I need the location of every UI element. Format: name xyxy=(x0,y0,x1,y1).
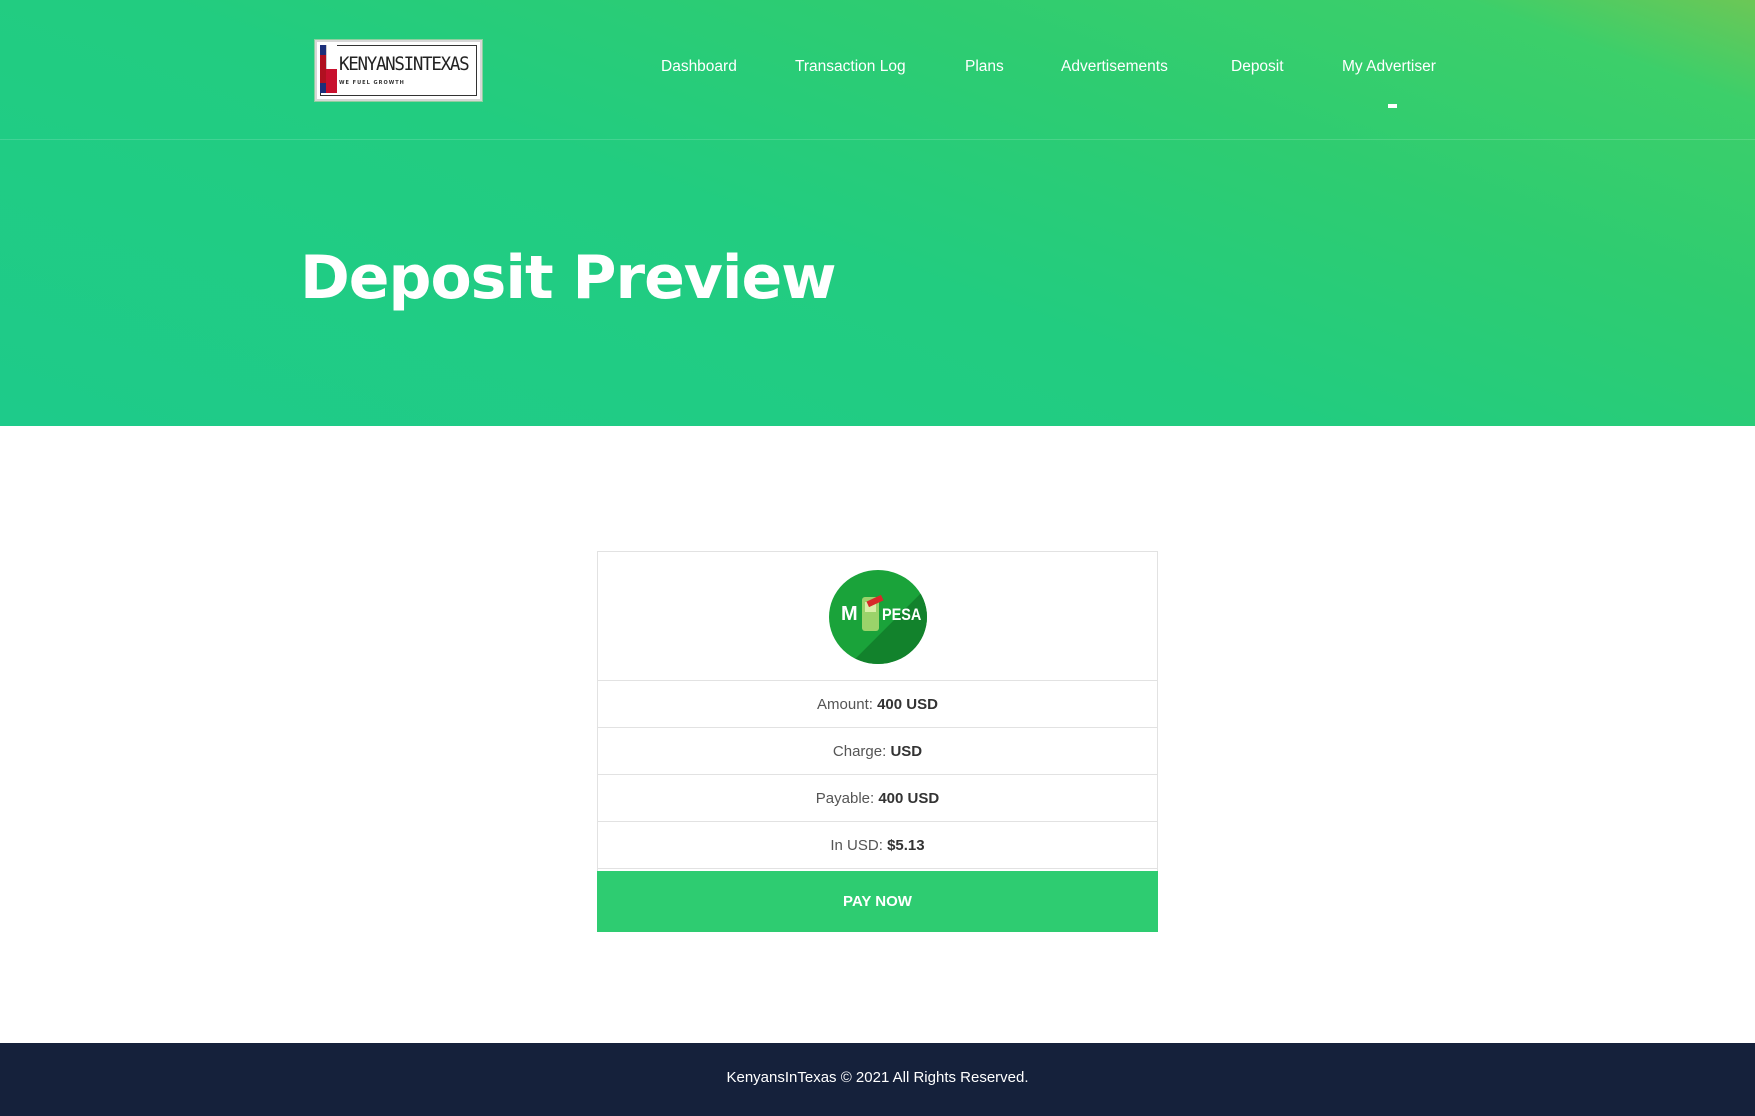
nav-transaction-log[interactable]: Transaction Log xyxy=(795,58,906,76)
amount-row: Amount: 400 USD xyxy=(598,681,1157,728)
main-nav: Dashboard Transaction Log Plans Advertis… xyxy=(0,58,1755,88)
active-nav-indicator xyxy=(1388,104,1397,108)
footer: KenyansInTexas © 2021 All Rights Reserve… xyxy=(0,1043,1755,1116)
nav-dashboard[interactable]: Dashboard xyxy=(661,58,737,76)
footer-copyright: KenyansInTexas © 2021 All Rights Reserve… xyxy=(726,1069,1029,1086)
in-usd-row: In USD: $5.13 xyxy=(598,822,1157,869)
charge-value: USD xyxy=(890,743,923,760)
charge-label: Charge: xyxy=(832,743,891,760)
payable-label: Payable: xyxy=(815,790,879,807)
page-title: Deposit Preview xyxy=(300,243,837,313)
pay-now-button[interactable]: PAY NOW xyxy=(597,871,1158,932)
payable-value: 400 USD xyxy=(878,790,940,807)
amount-label: Amount: xyxy=(817,696,878,713)
gateway-logo-row: M PESA xyxy=(598,552,1157,681)
nav-plans[interactable]: Plans xyxy=(965,58,1004,76)
in-usd-value: $5.13 xyxy=(887,837,925,854)
payable-row: Payable: 400 USD xyxy=(598,775,1157,822)
mpesa-logo-m: M xyxy=(841,603,858,625)
mpesa-logo-pesa: PESA xyxy=(882,605,922,624)
nav-deposit[interactable]: Deposit xyxy=(1231,58,1284,76)
charge-row: Charge: USD xyxy=(598,728,1157,775)
in-usd-label: In USD: xyxy=(830,837,888,854)
nav-my-advertiser[interactable]: My Advertiser xyxy=(1342,58,1436,76)
amount-value: 400 USD xyxy=(877,696,938,713)
deposit-preview-card: M PESA Amount: 400 USD Charge: USD Payab… xyxy=(597,551,1158,932)
mpesa-logo-icon: M PESA xyxy=(829,570,927,664)
top-navbar: KENYANSINTEXAS WE FUEL GROWTH Dashboard … xyxy=(0,0,1755,140)
nav-advertisements[interactable]: Advertisements xyxy=(1061,58,1168,76)
